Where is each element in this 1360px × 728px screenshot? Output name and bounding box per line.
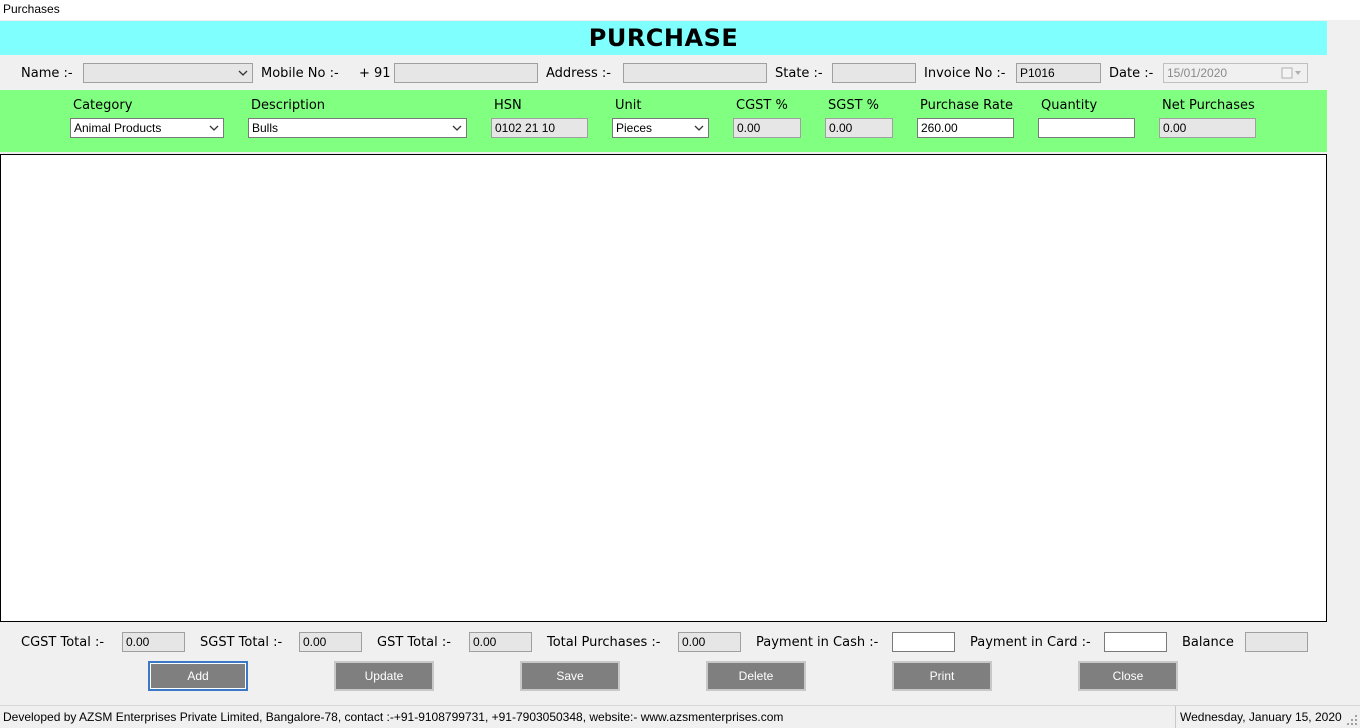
add-button[interactable]: Add bbox=[148, 661, 248, 691]
description-dropdown[interactable]: Bulls bbox=[248, 118, 467, 138]
close-button[interactable]: Close bbox=[1078, 661, 1178, 691]
net-purchases-field[interactable]: 0.00 bbox=[1159, 118, 1256, 138]
status-date: Wednesday, January 15, 2020 bbox=[1180, 710, 1342, 724]
sgst-field[interactable]: 0.00 bbox=[825, 118, 893, 138]
unit-dropdown[interactable]: Pieces bbox=[612, 118, 709, 138]
purchase-rate-label: Purchase Rate bbox=[920, 98, 1013, 113]
calendar-dropdown-icon bbox=[1281, 67, 1301, 79]
update-button[interactable]: Update bbox=[334, 661, 434, 691]
gst-total-label: GST Total :- bbox=[377, 635, 451, 650]
mobile-prefix: + 91 bbox=[359, 66, 391, 81]
payment-cash-label: Payment in Cash :- bbox=[756, 635, 879, 650]
save-button[interactable]: Save bbox=[520, 661, 620, 691]
total-purchases-field[interactable]: 0.00 bbox=[678, 632, 741, 652]
payment-cash-field[interactable] bbox=[892, 632, 955, 652]
hsn-field[interactable]: 0102 21 10 bbox=[491, 118, 588, 138]
sgst-total-label: SGST Total :- bbox=[200, 635, 283, 650]
address-field[interactable] bbox=[623, 63, 767, 83]
window-title: Purchases bbox=[0, 0, 1360, 20]
address-label: Address :- bbox=[546, 66, 611, 81]
total-purchases-label: Total Purchases :- bbox=[547, 635, 661, 650]
cgst-field[interactable]: 0.00 bbox=[733, 118, 801, 138]
invoice-field[interactable]: P1016 bbox=[1016, 63, 1101, 83]
quantity-field[interactable] bbox=[1038, 118, 1135, 138]
purchase-rate-field[interactable]: 260.00 bbox=[917, 118, 1014, 138]
sgst-total-field[interactable]: 0.00 bbox=[299, 632, 362, 652]
payment-card-field[interactable] bbox=[1104, 632, 1167, 652]
delete-button[interactable]: Delete bbox=[706, 661, 806, 691]
state-field[interactable] bbox=[832, 63, 916, 83]
invoice-label: Invoice No :- bbox=[924, 66, 1006, 81]
cgst-total-field[interactable]: 0.00 bbox=[122, 632, 185, 652]
status-divider bbox=[1175, 706, 1176, 728]
cgst-label: CGST % bbox=[736, 98, 788, 113]
category-dropdown[interactable]: Animal Products bbox=[70, 118, 224, 138]
mobile-label: Mobile No :- bbox=[261, 66, 339, 81]
unit-label: Unit bbox=[615, 98, 642, 113]
sgst-label: SGST % bbox=[828, 98, 880, 113]
side-strip bbox=[1327, 20, 1360, 705]
cgst-total-label: CGST Total :- bbox=[21, 635, 105, 650]
developer-info: Developed by AZSM Enterprises Private Li… bbox=[3, 710, 784, 724]
page-title: PURCHASE bbox=[0, 21, 1327, 55]
category-label: Category bbox=[73, 98, 133, 113]
name-label: Name :- bbox=[21, 66, 73, 81]
mobile-field[interactable] bbox=[394, 63, 538, 83]
chevron-down-icon bbox=[452, 125, 462, 131]
chevron-down-icon bbox=[238, 70, 248, 76]
purchase-items-grid[interactable] bbox=[0, 154, 1327, 622]
state-label: State :- bbox=[775, 66, 823, 81]
hsn-label: HSN bbox=[494, 98, 522, 113]
balance-label: Balance bbox=[1182, 635, 1234, 650]
date-label: Date :- bbox=[1109, 66, 1154, 81]
description-value: Bulls bbox=[252, 121, 279, 135]
category-value: Animal Products bbox=[74, 121, 162, 135]
date-value: 15/01/2020 bbox=[1167, 66, 1228, 80]
net-purchases-label: Net Purchases bbox=[1162, 98, 1255, 113]
unit-value: Pieces bbox=[616, 121, 653, 135]
chevron-down-icon bbox=[209, 125, 219, 131]
print-button[interactable]: Print bbox=[892, 661, 992, 691]
payment-card-label: Payment in Card :- bbox=[970, 635, 1091, 650]
gst-total-field[interactable]: 0.00 bbox=[469, 632, 532, 652]
balance-field[interactable] bbox=[1245, 632, 1308, 652]
quantity-label: Quantity bbox=[1041, 98, 1098, 113]
chevron-down-icon bbox=[694, 125, 704, 131]
resize-grip-icon[interactable] bbox=[1346, 714, 1358, 726]
description-label: Description bbox=[251, 98, 326, 113]
status-bar: Developed by AZSM Enterprises Private Li… bbox=[0, 705, 1360, 728]
name-dropdown[interactable] bbox=[83, 63, 253, 83]
date-picker[interactable]: 15/01/2020 bbox=[1163, 63, 1308, 83]
